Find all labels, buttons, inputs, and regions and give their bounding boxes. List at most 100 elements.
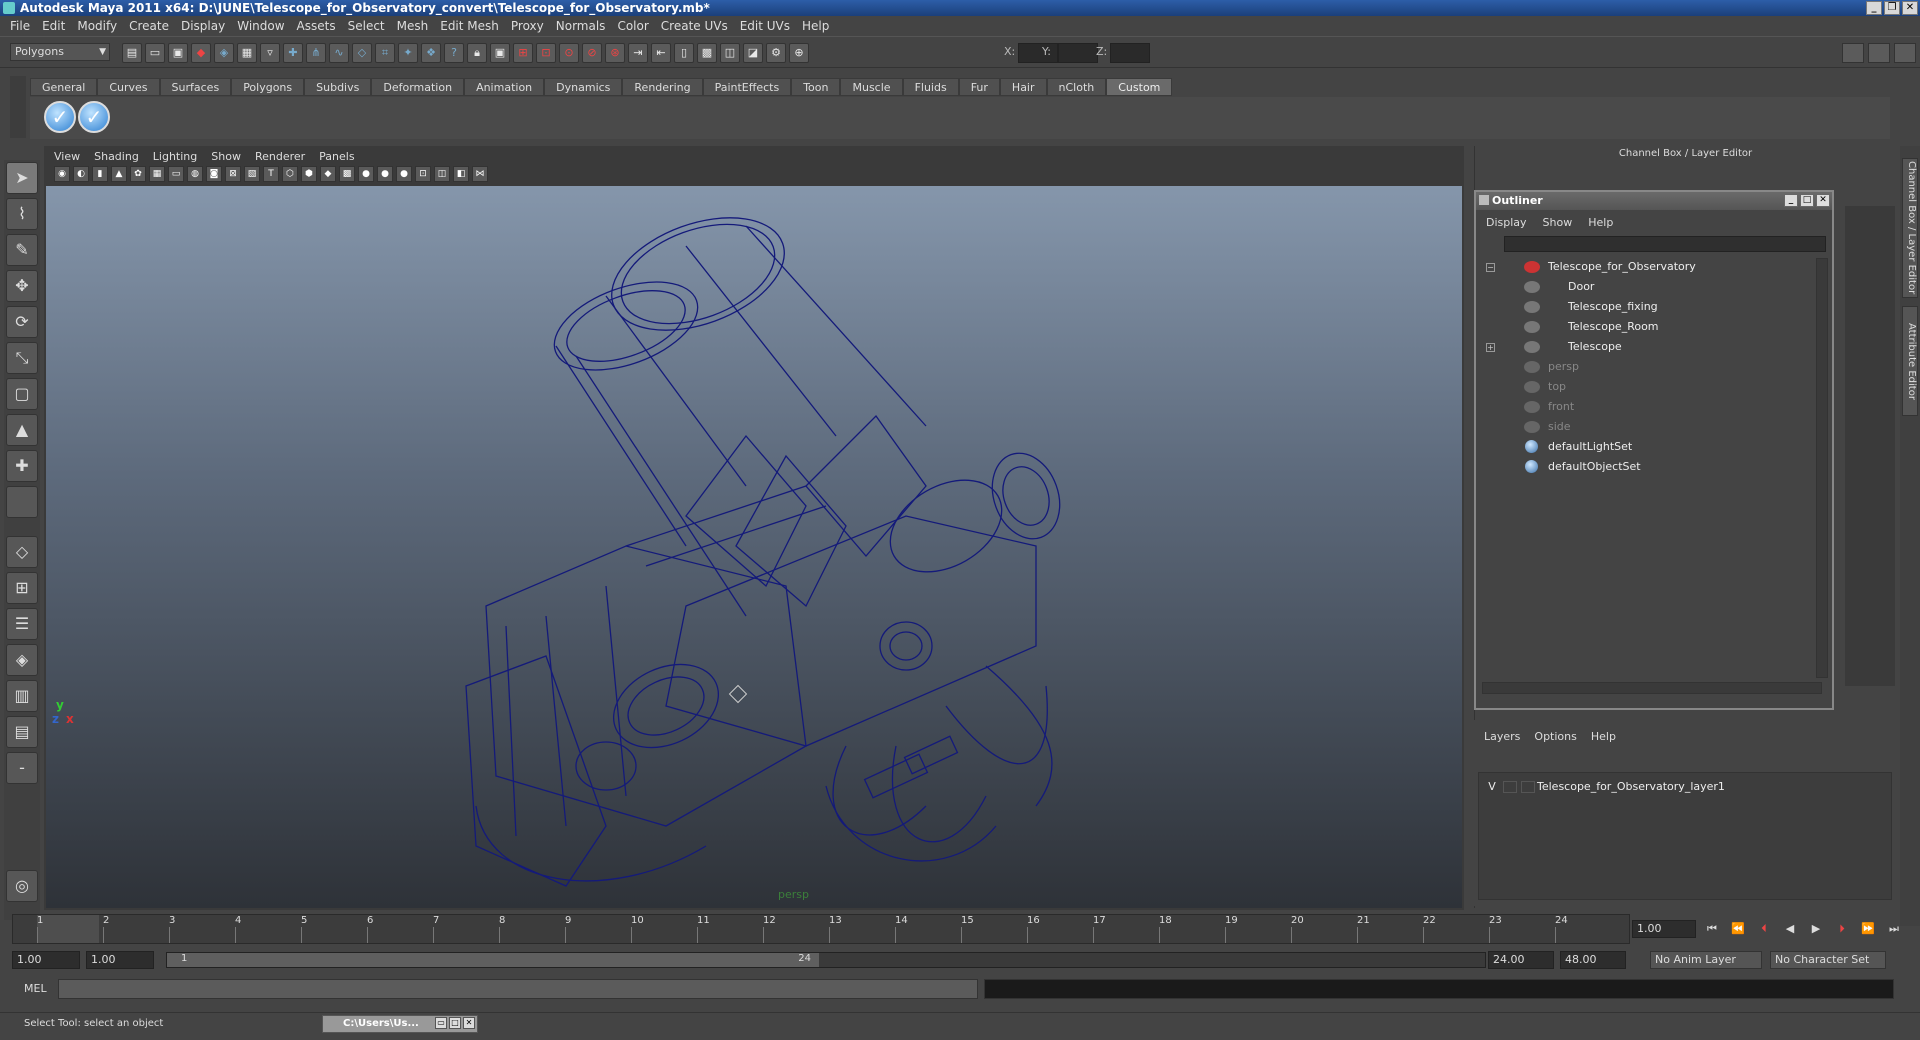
snap-view-plane-icon[interactable]: ⊘ bbox=[582, 43, 602, 63]
select-by-hierarchy-icon[interactable]: ◆ bbox=[191, 43, 211, 63]
select-camera-icon[interactable]: ◉ bbox=[54, 166, 70, 182]
step-back-frame-icon[interactable]: ⏴ bbox=[1754, 920, 1774, 938]
outliner-menu-help[interactable]: Help bbox=[1588, 216, 1613, 229]
menu-window[interactable]: Window bbox=[231, 19, 290, 33]
menu-display[interactable]: Display bbox=[175, 19, 231, 33]
vp-menu-lighting[interactable]: Lighting bbox=[153, 150, 197, 163]
camera-attributes-icon[interactable]: ◐ bbox=[73, 166, 89, 182]
outliner-menu-show[interactable]: Show bbox=[1543, 216, 1573, 229]
x-field[interactable] bbox=[1018, 43, 1058, 63]
restore-icon[interactable]: ▭ bbox=[435, 1017, 447, 1029]
persp-graph-outliner-layout-icon[interactable]: ▤ bbox=[6, 716, 38, 748]
tab-fluids[interactable]: Fluids bbox=[902, 78, 959, 96]
menu-edit[interactable]: Edit bbox=[36, 19, 71, 33]
menu-edit-uvs[interactable]: Edit UVs bbox=[734, 19, 796, 33]
construction-history-icon[interactable]: ▯ bbox=[674, 43, 694, 63]
lasso-tool-icon[interactable]: ⌇ bbox=[6, 198, 38, 230]
scale-tool-icon[interactable]: ⤡ bbox=[6, 342, 38, 374]
vp-menu-view[interactable]: View bbox=[54, 150, 80, 163]
tab-general[interactable]: General bbox=[30, 78, 98, 96]
tab-dynamics[interactable]: Dynamics bbox=[544, 78, 623, 96]
last-tool-icon[interactable] bbox=[6, 486, 38, 518]
persp-outliner-layout-icon[interactable]: ☰ bbox=[6, 608, 38, 640]
view-cube-icon[interactable] bbox=[728, 684, 748, 704]
input-mode-icon[interactable]: ⊕ bbox=[789, 43, 809, 63]
tab-animation[interactable]: Animation bbox=[464, 78, 545, 96]
tab-toon[interactable]: Toon bbox=[791, 78, 841, 96]
current-frame-field[interactable]: 1.00 bbox=[1632, 920, 1696, 938]
y-field[interactable] bbox=[1058, 43, 1098, 63]
menu-proxy[interactable]: Proxy bbox=[505, 19, 550, 33]
close-button[interactable]: ✕ bbox=[1902, 1, 1918, 15]
vp-menu-shading[interactable]: Shading bbox=[94, 150, 139, 163]
tab-polygons[interactable]: Polygons bbox=[231, 78, 305, 96]
range-handle[interactable]: 1 24 bbox=[167, 953, 819, 967]
menu-normals[interactable]: Normals bbox=[550, 19, 612, 33]
highlight-selection-icon[interactable]: ▣ bbox=[490, 43, 510, 63]
menu-create[interactable]: Create bbox=[123, 19, 175, 33]
select-deformations-icon[interactable]: ⌗ bbox=[375, 43, 395, 63]
screen-space-ao-icon[interactable]: ● bbox=[396, 166, 412, 182]
layer-menu-help[interactable]: Help bbox=[1591, 730, 1616, 743]
mel-label[interactable]: MEL bbox=[24, 982, 47, 995]
select-joints-icon[interactable]: ⋔ bbox=[306, 43, 326, 63]
step-forward-key-icon[interactable]: ⏩ bbox=[1858, 920, 1878, 938]
new-scene-icon[interactable]: ▤ bbox=[122, 43, 142, 63]
isolate-select-icon[interactable]: ⊡ bbox=[415, 166, 431, 182]
shadows-icon[interactable]: ● bbox=[377, 166, 393, 182]
make-live-icon[interactable]: ⊛ bbox=[605, 43, 625, 63]
resolution-gate-icon[interactable]: ◍ bbox=[187, 166, 203, 182]
wireframe-icon[interactable]: ⬡ bbox=[282, 166, 298, 182]
minimized-window[interactable]: C:\Users\Us... ▭ □ ✕ bbox=[322, 1015, 478, 1033]
select-handles-icon[interactable]: ✚ bbox=[283, 43, 303, 63]
render-frame-icon[interactable]: ◫ bbox=[720, 43, 740, 63]
select-dynamics-icon[interactable]: ✦ bbox=[398, 43, 418, 63]
menu-set-select[interactable]: Polygons ▼ bbox=[10, 43, 110, 61]
menu-color[interactable]: Color bbox=[611, 19, 654, 33]
select-misc-icon[interactable]: ? bbox=[444, 43, 464, 63]
expand-icon[interactable]: + bbox=[1486, 343, 1495, 352]
toolbox-more-icon[interactable]: - bbox=[6, 752, 38, 784]
anim-layer-select[interactable]: No Anim Layer bbox=[1650, 951, 1762, 969]
use-all-lights-icon[interactable]: ● bbox=[358, 166, 374, 182]
time-slider[interactable]: 1 2 3 4 5 6 7 8 9 10 11 12 13 14 15 16 1… bbox=[12, 914, 1630, 944]
tab-deformation[interactable]: Deformation bbox=[371, 78, 465, 96]
gate-mask-icon[interactable]: ◙ bbox=[206, 166, 222, 182]
menu-assets[interactable]: Assets bbox=[291, 19, 342, 33]
attribute-editor-toggle-icon[interactable] bbox=[1842, 43, 1864, 63]
outliner-vertical-scrollbar[interactable] bbox=[1816, 258, 1828, 678]
single-perspective-layout-icon[interactable]: ◇ bbox=[6, 536, 38, 568]
snap-curve-icon[interactable]: ⊡ bbox=[536, 43, 556, 63]
collapse-icon[interactable]: − bbox=[1486, 263, 1495, 272]
tab-curves[interactable]: Curves bbox=[97, 78, 160, 96]
tab-fur[interactable]: Fur bbox=[958, 78, 1000, 96]
universal-manipulator-icon[interactable]: ▢ bbox=[6, 378, 38, 410]
animation-start-field[interactable]: 1.00 bbox=[12, 951, 80, 969]
open-scene-icon[interactable]: ▭ bbox=[145, 43, 165, 63]
xray-icon[interactable]: ◫ bbox=[434, 166, 450, 182]
step-forward-frame-icon[interactable]: ⏵ bbox=[1832, 920, 1852, 938]
vp-menu-show[interactable]: Show bbox=[211, 150, 241, 163]
select-rendering-icon[interactable]: ❖ bbox=[421, 43, 441, 63]
custom-shelf-check-icon-2[interactable]: ✓ bbox=[78, 101, 110, 133]
menu-help[interactable]: Help bbox=[796, 19, 835, 33]
outliner-horizontal-scrollbar[interactable] bbox=[1482, 682, 1822, 694]
playback-start-field[interactable]: 1.00 bbox=[86, 951, 154, 969]
layer-visibility-toggle[interactable]: V bbox=[1485, 779, 1499, 795]
outliner-menu-display[interactable]: Display bbox=[1486, 216, 1527, 229]
input-ops-icon[interactable]: ⇥ bbox=[628, 43, 648, 63]
snap-point-icon[interactable]: ⊙ bbox=[559, 43, 579, 63]
tab-ncloth[interactable]: nCloth bbox=[1046, 78, 1107, 96]
film-gate-icon[interactable]: ▭ bbox=[168, 166, 184, 182]
z-field[interactable] bbox=[1110, 43, 1150, 63]
channel-box-toggle-icon[interactable] bbox=[1894, 43, 1916, 63]
shelf-menu-strip[interactable] bbox=[10, 76, 26, 138]
ipr-render-icon[interactable]: ◪ bbox=[743, 43, 763, 63]
perspective-viewport[interactable]: y x z persp bbox=[46, 186, 1462, 908]
select-curves-icon[interactable]: ∿ bbox=[329, 43, 349, 63]
save-scene-icon[interactable]: ▣ bbox=[168, 43, 188, 63]
four-view-layout-icon[interactable]: ⊞ bbox=[6, 572, 38, 604]
menu-create-uvs[interactable]: Create UVs bbox=[655, 19, 734, 33]
tab-rendering[interactable]: Rendering bbox=[622, 78, 703, 96]
go-to-end-icon[interactable]: ⏭ bbox=[1884, 920, 1904, 938]
